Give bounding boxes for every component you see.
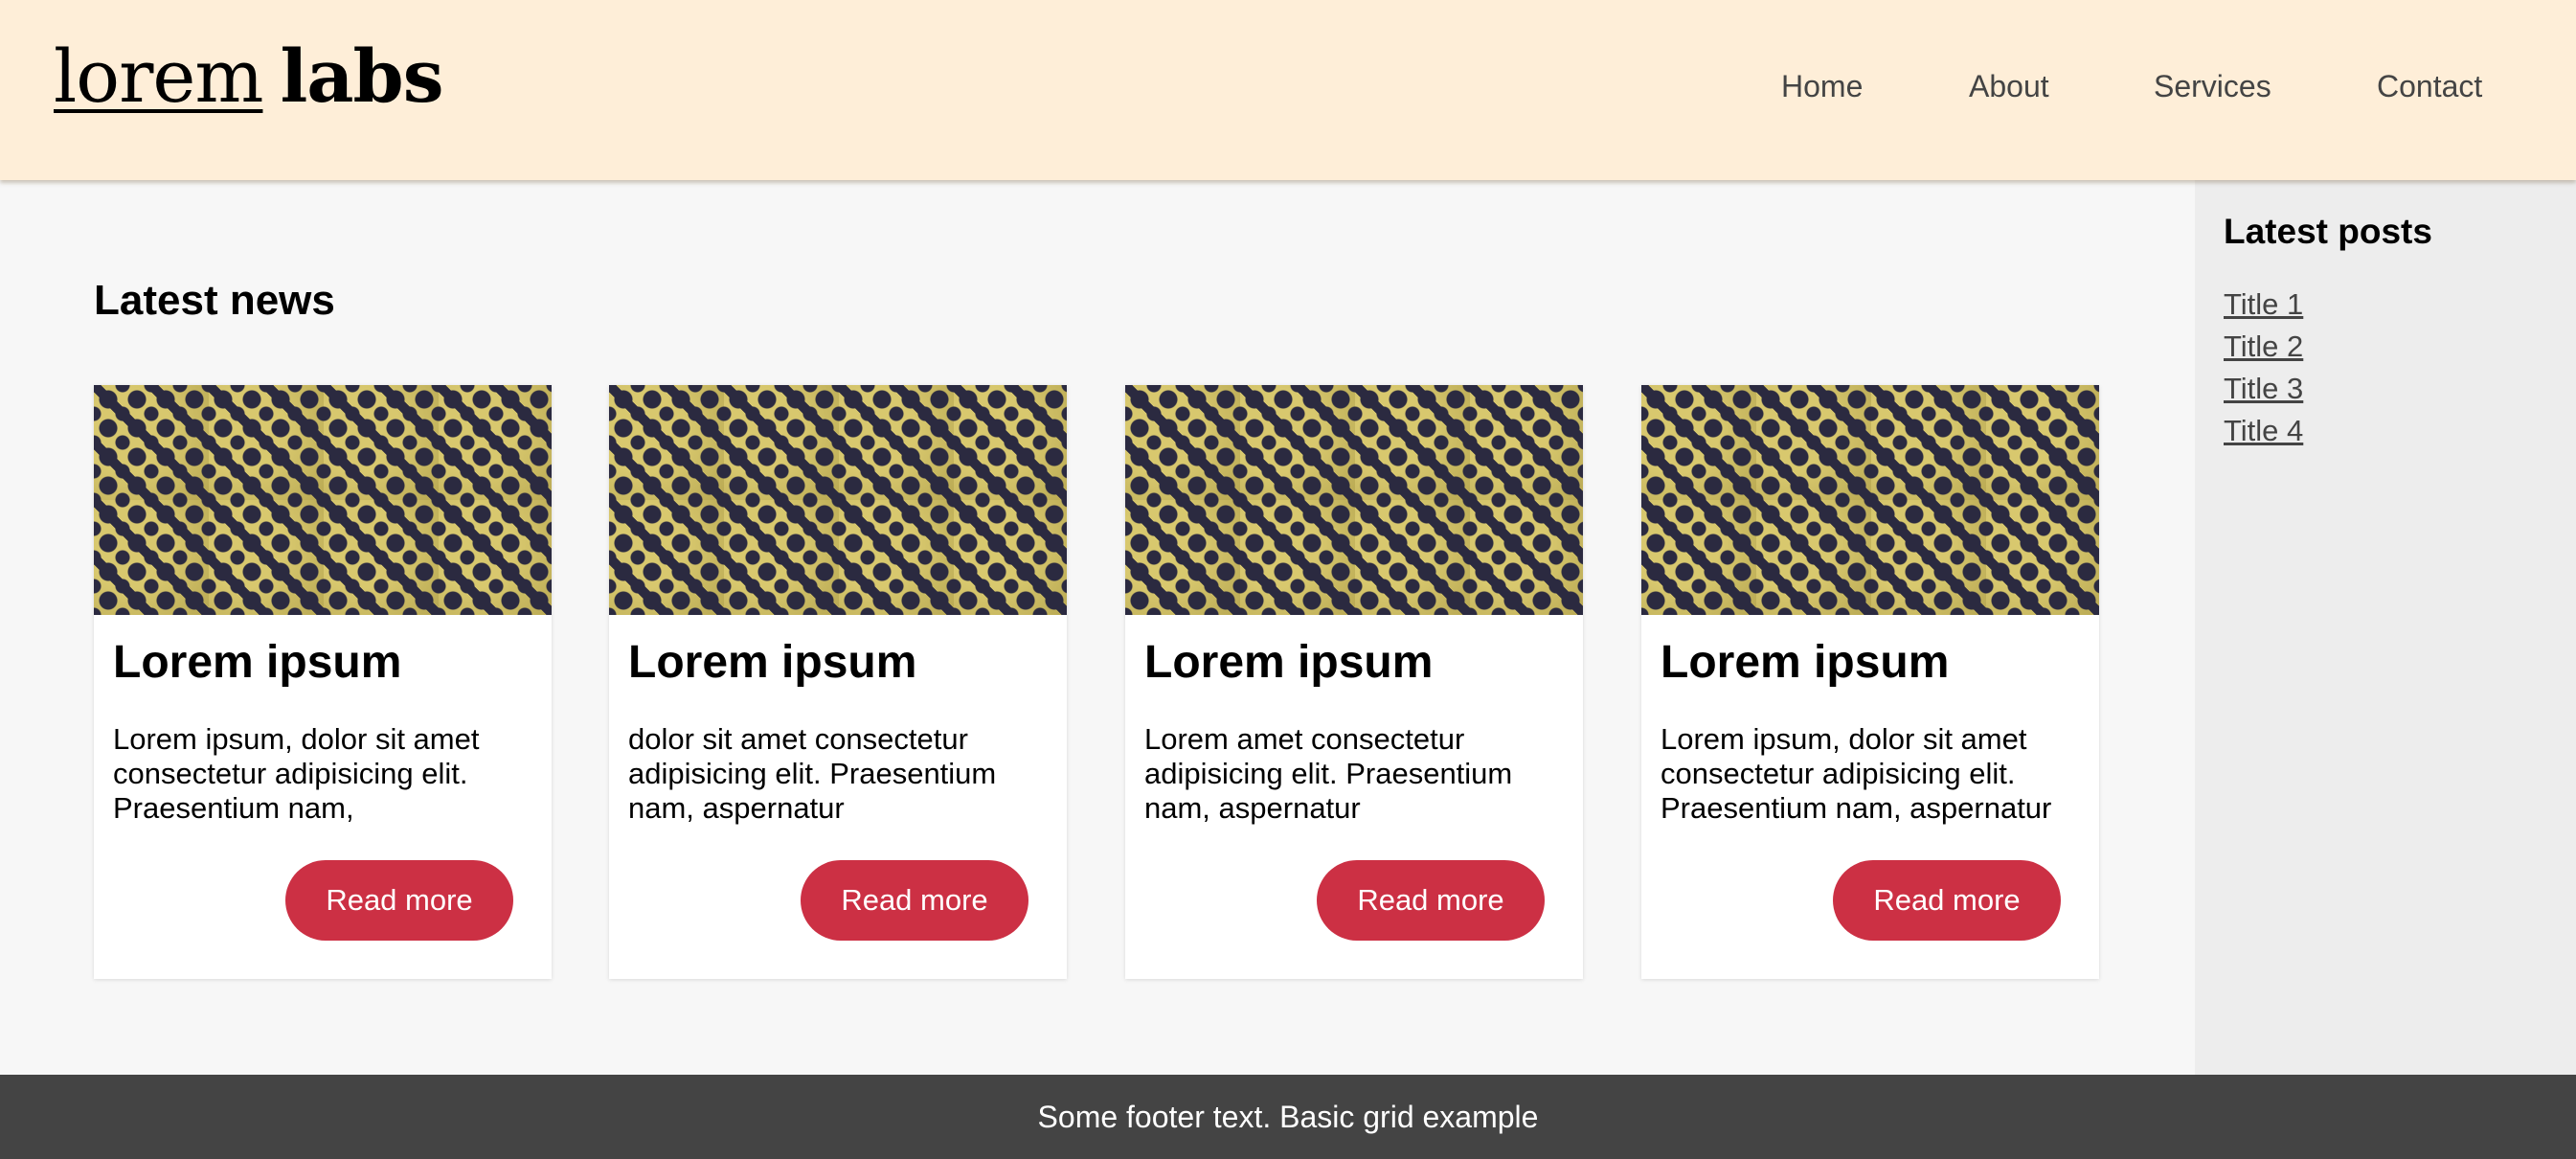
news-card: Lorem ipsum Lorem amet consectetur adipi… <box>1125 385 1583 979</box>
card-image <box>94 385 552 615</box>
read-more-button[interactable]: Read more <box>801 860 1028 941</box>
nav-about[interactable]: About <box>1969 67 2049 105</box>
card-image <box>609 385 1067 615</box>
nav-home[interactable]: Home <box>1781 67 1863 105</box>
card-text: Lorem ipsum, dolor sit amet consectetur … <box>113 722 480 825</box>
card-title: Lorem ipsum <box>1661 637 1950 688</box>
sidebar-heading: Latest posts <box>2224 212 2432 251</box>
post-link-4[interactable]: Title 4 <box>2224 414 2303 447</box>
post-link-1[interactable]: Title 1 <box>2224 287 2303 321</box>
list-item: Title 2 <box>2224 326 2303 368</box>
news-card: Lorem ipsum Lorem ipsum, dolor sit amet … <box>94 385 552 979</box>
card-text: Lorem amet consectetur adipisicing elit.… <box>1144 722 1513 825</box>
news-card: Lorem ipsum Lorem ipsum, dolor sit amet … <box>1641 385 2099 979</box>
main-nav: Home About Services Contact <box>0 67 2576 105</box>
section-heading: Latest news <box>94 277 335 324</box>
post-link-3[interactable]: Title 3 <box>2224 372 2303 405</box>
site-footer: Some footer text. Basic grid example <box>0 1075 2576 1159</box>
latest-posts-list: Title 1 Title 2 Title 3 Title 4 <box>2224 284 2303 452</box>
card-text: Lorem ipsum, dolor sit amet consectetur … <box>1661 722 2052 825</box>
footer-text: Some footer text. Basic grid example <box>1037 1100 1539 1134</box>
card-title: Lorem ipsum <box>628 637 917 688</box>
news-card: Lorem ipsum dolor sit amet consectetur a… <box>609 385 1067 979</box>
list-item: Title 3 <box>2224 368 2303 410</box>
read-more-button[interactable]: Read more <box>285 860 513 941</box>
card-title: Lorem ipsum <box>1144 637 1434 688</box>
nav-contact[interactable]: Contact <box>2377 67 2482 105</box>
card-title: Lorem ipsum <box>113 637 402 688</box>
card-image <box>1125 385 1583 615</box>
nav-services[interactable]: Services <box>2154 67 2271 105</box>
list-item: Title 4 <box>2224 410 2303 452</box>
card-image <box>1641 385 2099 615</box>
card-text: dolor sit amet consectetur adipisicing e… <box>628 722 997 825</box>
read-more-button[interactable]: Read more <box>1833 860 2061 941</box>
read-more-button[interactable]: Read more <box>1317 860 1545 941</box>
main-content: Latest news Lorem ipsum Lorem ipsum, dol… <box>0 180 2195 1075</box>
site-header: lorem labs Home About Services Contact <box>0 0 2576 180</box>
post-link-2[interactable]: Title 2 <box>2224 330 2303 363</box>
sidebar: Latest posts Title 1 Title 2 Title 3 Tit… <box>2195 180 2576 1075</box>
list-item: Title 1 <box>2224 284 2303 326</box>
